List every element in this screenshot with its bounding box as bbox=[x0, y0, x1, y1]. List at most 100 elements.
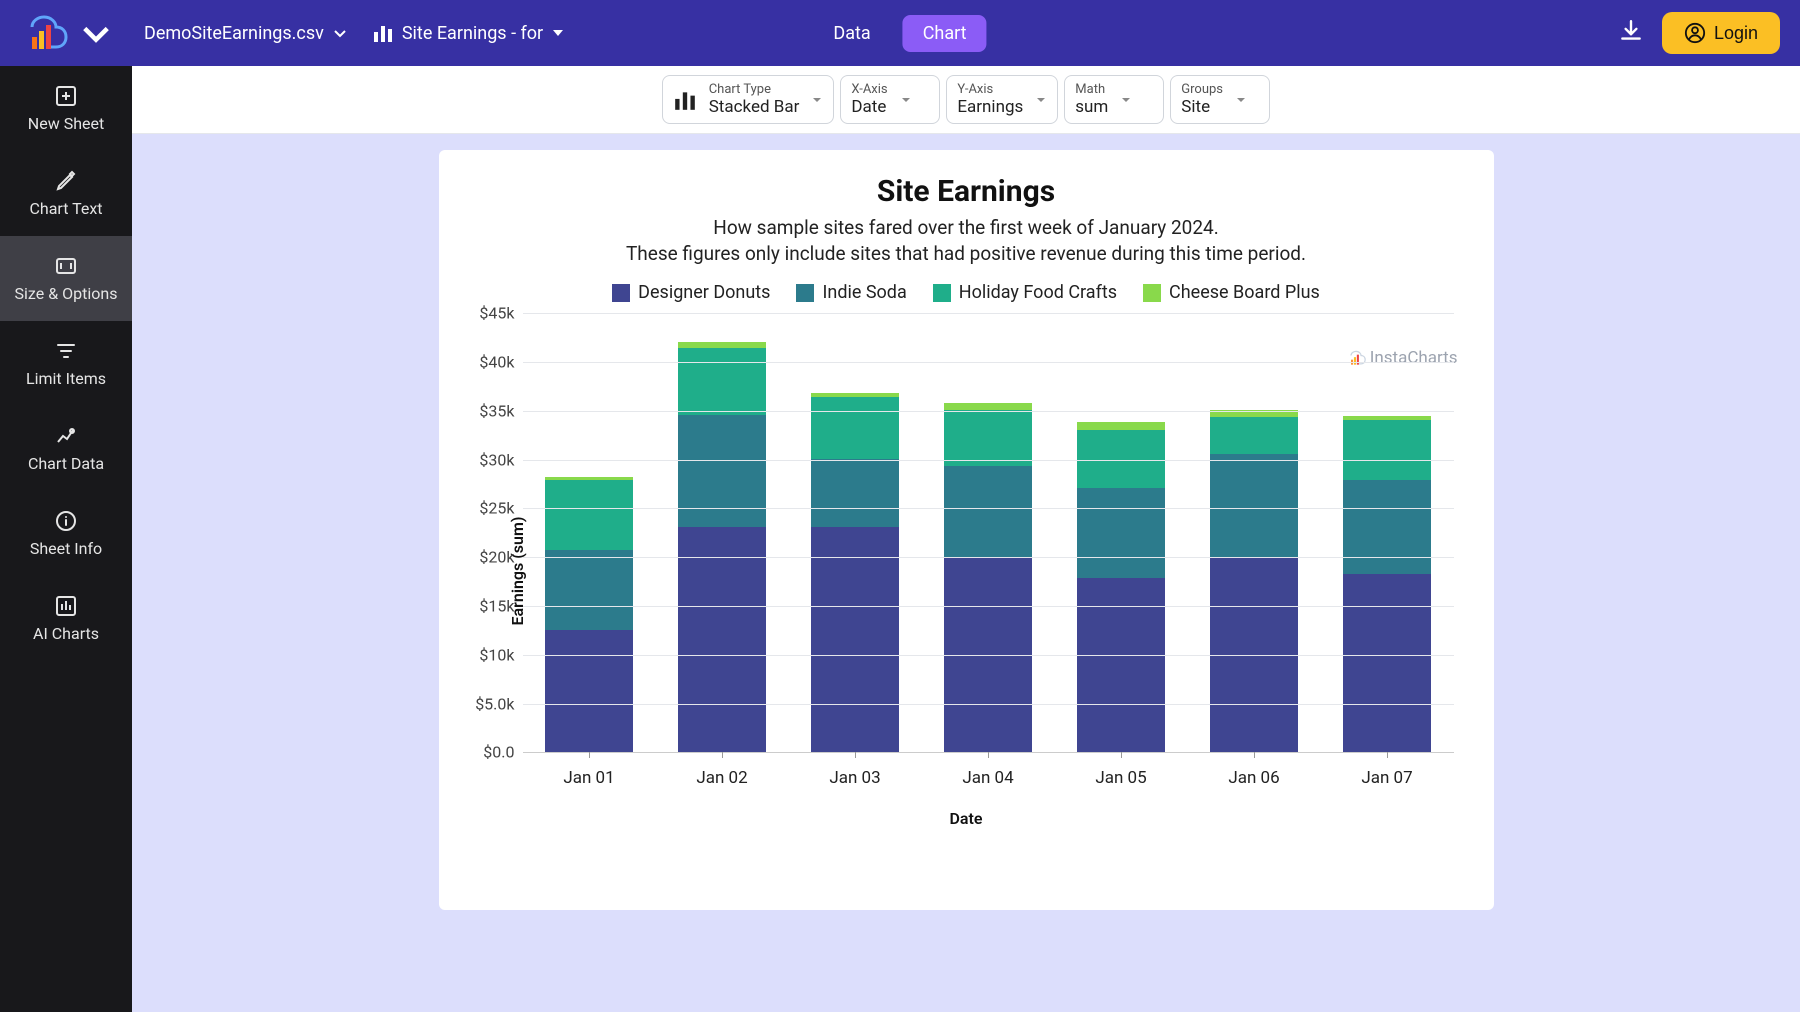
legend-label: Cheese Board Plus bbox=[1169, 282, 1320, 303]
control-label: Chart Type bbox=[709, 82, 800, 97]
bar-segment[interactable] bbox=[678, 348, 766, 414]
control-value: Site bbox=[1181, 97, 1223, 117]
bar-segment[interactable] bbox=[944, 466, 1032, 557]
legend-swatch bbox=[1143, 284, 1161, 302]
bar-segment[interactable] bbox=[678, 415, 766, 527]
y-tick-label: $10k bbox=[455, 645, 515, 664]
user-circle-icon bbox=[1684, 22, 1706, 44]
bar-column: Jan 06 bbox=[1188, 313, 1321, 752]
caret-down-icon bbox=[551, 26, 565, 40]
bar-stack[interactable] bbox=[1210, 410, 1298, 752]
bar-stack[interactable] bbox=[811, 393, 899, 753]
y-tick-label: $5.0k bbox=[455, 694, 515, 713]
x-tick-label: Jan 03 bbox=[829, 768, 880, 788]
chart-title: Site Earnings bbox=[451, 174, 1482, 209]
legend-item[interactable]: Indie Soda bbox=[796, 282, 906, 303]
sidebar-item-chart-text[interactable]: Chart Text bbox=[0, 151, 132, 236]
caret-down-icon bbox=[1235, 94, 1247, 106]
caret-down-icon bbox=[900, 94, 912, 106]
grid-line bbox=[523, 655, 1454, 656]
sidebar-item-ai-charts[interactable]: AI Charts bbox=[0, 576, 132, 661]
pencil-icon bbox=[54, 169, 78, 193]
bar-segment[interactable] bbox=[944, 403, 1032, 410]
chart-card: Site Earnings How sample sites fared ove… bbox=[439, 150, 1494, 910]
control-label: Math bbox=[1075, 82, 1108, 97]
control-x-axis[interactable]: X-Axis Date bbox=[840, 75, 940, 124]
x-axis-label: Date bbox=[451, 809, 1482, 828]
control-label: X-Axis bbox=[851, 82, 887, 97]
x-tick-label: Jan 04 bbox=[962, 768, 1013, 788]
grid-line bbox=[523, 313, 1454, 314]
bar-segment[interactable] bbox=[1343, 480, 1431, 574]
login-button[interactable]: Login bbox=[1662, 12, 1780, 54]
bar-segment[interactable] bbox=[811, 459, 899, 527]
sidebar-item-label: Sheet Info bbox=[30, 539, 102, 558]
bar-segment[interactable] bbox=[1077, 578, 1165, 752]
bar-segment[interactable] bbox=[1343, 420, 1431, 481]
control-chart-type[interactable]: Chart Type Stacked Bar bbox=[662, 75, 835, 124]
control-groups[interactable]: Groups Site bbox=[1170, 75, 1270, 124]
filter-icon bbox=[54, 339, 78, 363]
legend-item[interactable]: Designer Donuts bbox=[612, 282, 770, 303]
bar-segment[interactable] bbox=[1210, 454, 1298, 557]
file-selector[interactable]: DemoSiteEarnings.csv bbox=[144, 23, 348, 44]
bar-segment[interactable] bbox=[944, 410, 1032, 466]
bar-segment[interactable] bbox=[811, 397, 899, 459]
sheet-selector[interactable]: Site Earnings - for bbox=[372, 22, 565, 44]
x-tick-label: Jan 02 bbox=[696, 768, 747, 788]
legend-item[interactable]: Cheese Board Plus bbox=[1143, 282, 1320, 303]
bar-segment[interactable] bbox=[1077, 488, 1165, 578]
control-y-axis[interactable]: Y-Axis Earnings bbox=[946, 75, 1058, 124]
bar-stack[interactable] bbox=[944, 403, 1032, 752]
bar-segment[interactable] bbox=[678, 342, 766, 349]
bar-segment[interactable] bbox=[678, 527, 766, 752]
grid-line bbox=[523, 704, 1454, 705]
analytics-icon bbox=[54, 424, 78, 448]
bar-segment[interactable] bbox=[1343, 574, 1431, 752]
bar-segment[interactable] bbox=[545, 630, 633, 752]
sidebar-item-chart-data[interactable]: Chart Data bbox=[0, 406, 132, 491]
sidebar-item-new-sheet[interactable]: New Sheet bbox=[0, 66, 132, 151]
topbar: DemoSiteEarnings.csv Site Earnings - for… bbox=[0, 0, 1800, 66]
chevron-down-icon bbox=[72, 15, 120, 51]
bar-stack[interactable] bbox=[678, 342, 766, 753]
view-tabs: Data Chart bbox=[813, 15, 986, 52]
legend-swatch bbox=[796, 284, 814, 302]
grid-line bbox=[523, 508, 1454, 509]
sidebar-item-sheet-info[interactable]: Sheet Info bbox=[0, 491, 132, 576]
control-label: Groups bbox=[1181, 82, 1223, 97]
chart-icon bbox=[54, 594, 78, 618]
bar-stack[interactable] bbox=[545, 477, 633, 753]
control-value: Stacked Bar bbox=[709, 97, 800, 117]
y-tick-label: $0.0 bbox=[455, 743, 515, 762]
download-button[interactable] bbox=[1618, 18, 1644, 48]
sidebar-item-label: New Sheet bbox=[28, 114, 104, 133]
bar-column: Jan 05 bbox=[1055, 313, 1188, 752]
control-value: Earnings bbox=[957, 97, 1023, 117]
bar-segment[interactable] bbox=[1077, 422, 1165, 430]
sidebar-item-limit-items[interactable]: Limit Items bbox=[0, 321, 132, 406]
sidebar-item-size-options[interactable]: Size & Options bbox=[0, 236, 132, 321]
chart-plot: Jan 01Jan 02Jan 03Jan 04Jan 05Jan 06Jan … bbox=[523, 313, 1454, 753]
legend-item[interactable]: Holiday Food Crafts bbox=[933, 282, 1117, 303]
control-math[interactable]: Math sum bbox=[1064, 75, 1164, 124]
y-tick-label: $35k bbox=[455, 401, 515, 420]
tab-data[interactable]: Data bbox=[813, 15, 890, 52]
bar-segment[interactable] bbox=[1210, 417, 1298, 454]
bar-stack[interactable] bbox=[1343, 416, 1431, 752]
sidebar-item-label: Limit Items bbox=[26, 369, 106, 388]
logo[interactable] bbox=[20, 15, 120, 51]
bar-segment[interactable] bbox=[545, 550, 633, 630]
logo-icon bbox=[20, 15, 68, 51]
x-tick-label: Jan 07 bbox=[1361, 768, 1412, 788]
login-label: Login bbox=[1714, 23, 1758, 44]
download-icon bbox=[1618, 18, 1644, 44]
bar-segment[interactable] bbox=[811, 527, 899, 752]
tab-chart[interactable]: Chart bbox=[903, 15, 987, 52]
bar-column: Jan 02 bbox=[656, 313, 789, 752]
bar-segment[interactable] bbox=[545, 480, 633, 550]
bar-chart-icon bbox=[673, 88, 697, 112]
bar-column: Jan 04 bbox=[922, 313, 1055, 752]
sidebar-item-label: Chart Data bbox=[28, 454, 104, 473]
chevron-down-icon bbox=[332, 25, 348, 41]
